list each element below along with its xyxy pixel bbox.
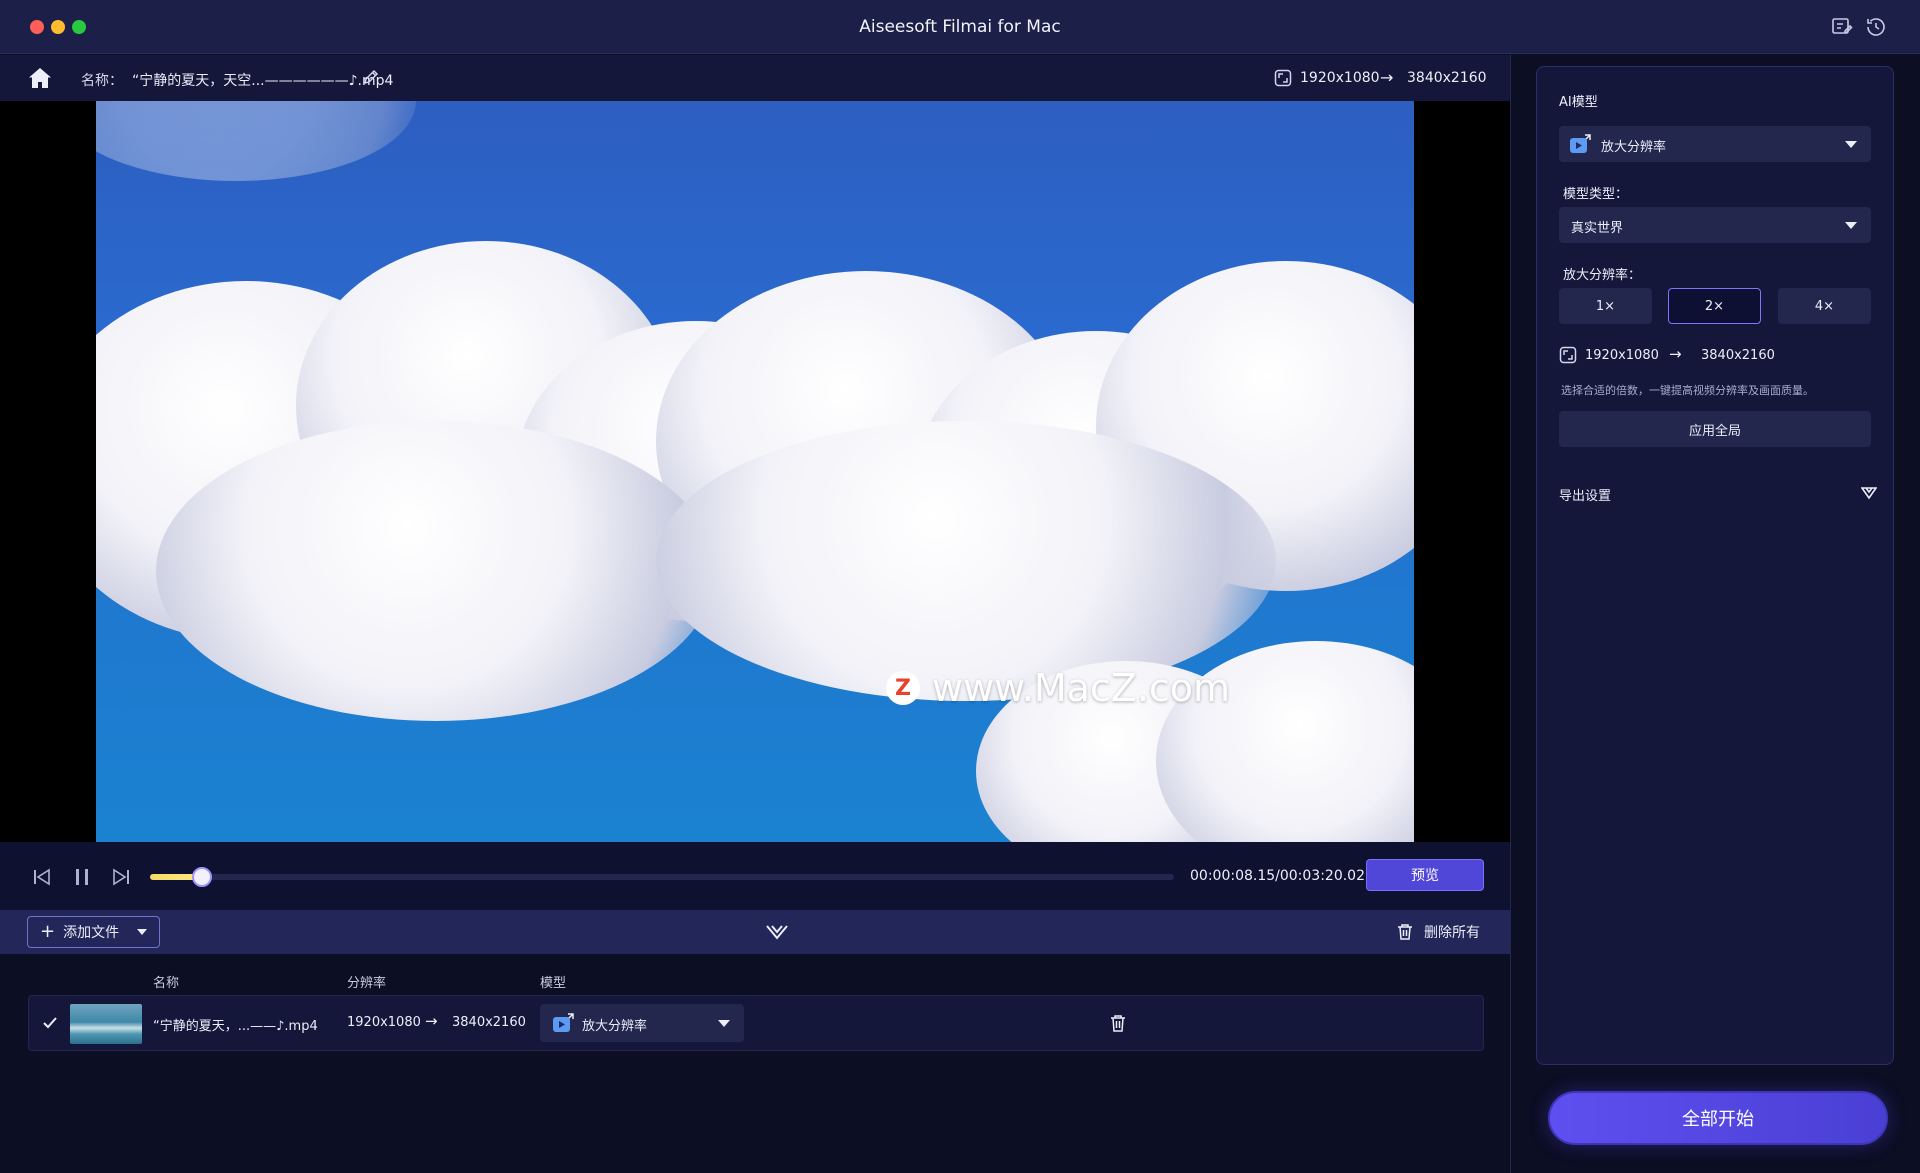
target-resolution: 3840x2160 [1407, 70, 1487, 86]
home-icon[interactable] [28, 67, 52, 89]
panel-target-resolution: 3840x2160 [1701, 348, 1775, 363]
upscale-model-icon [1570, 134, 1591, 153]
edit-name-icon[interactable] [362, 68, 380, 86]
row-target-resolution: 3840x2160 [452, 1015, 526, 1030]
scale-4x-button[interactable]: 4× [1778, 288, 1871, 324]
plus-icon: + [40, 921, 56, 942]
upscale-label: 放大分辨率： [1563, 268, 1642, 283]
watermark-text: www.MacZ.com [932, 666, 1231, 710]
watermark-logo: Z [886, 671, 920, 705]
model-type-value: 真实世界 [1571, 221, 1624, 236]
arrow-right-icon: → [1669, 345, 1682, 363]
row-model-select[interactable]: 放大分辨率 [540, 1004, 744, 1042]
file-info-bar: 名称： “宁静的夏天，天空...——————♪.mp4 1920x1080 → … [0, 55, 1510, 101]
video-thumbnail [70, 1004, 142, 1044]
caret-down-icon [718, 1020, 730, 1027]
watermark: Z www.MacZ.com [886, 666, 1230, 710]
scale-2x-button[interactable]: 2× [1668, 288, 1761, 324]
history-icon[interactable] [1864, 15, 1888, 39]
caret-down-icon[interactable] [137, 927, 148, 937]
skip-previous-icon[interactable] [31, 866, 53, 888]
add-file-label: 添加文件 [63, 925, 120, 941]
feedback-icon[interactable] [1830, 15, 1854, 39]
minimize-window-button[interactable] [51, 20, 65, 34]
zoom-window-button[interactable] [72, 20, 86, 34]
panel-source-resolution: 1920x1080 [1585, 348, 1659, 363]
skip-next-icon[interactable] [110, 866, 132, 888]
upscale-model-icon [553, 1013, 574, 1032]
row-model-label: 放大分辨率 [582, 1019, 648, 1034]
scale-1x-button[interactable]: 1× [1559, 288, 1652, 324]
row-source-resolution: 1920x1080 [347, 1015, 421, 1030]
apply-all-button[interactable]: 应用全局 [1559, 411, 1871, 447]
pause-icon[interactable] [71, 866, 93, 888]
collapse-chevron-icon[interactable] [764, 922, 790, 942]
video-preview-area: Z www.MacZ.com [0, 101, 1510, 842]
resolution-icon [1559, 346, 1577, 364]
checkbox-checked-icon[interactable] [41, 1014, 59, 1032]
close-window-button[interactable] [30, 20, 44, 34]
preview-button[interactable]: 预览 [1366, 859, 1484, 891]
start-all-button[interactable]: 全部开始 [1548, 1091, 1888, 1145]
delete-row-icon[interactable] [1108, 1013, 1128, 1033]
file-list: 名称 分辨率 模型 “宁静的夏天，...——♪.mp4 1920x1080 → … [0, 954, 1510, 1173]
expand-chevron-icon[interactable] [1860, 485, 1878, 500]
arrow-right-icon: → [425, 1012, 438, 1030]
ai-model-select[interactable]: 放大分辨率 [1559, 126, 1871, 162]
delete-all-button[interactable]: 删除所有 [1396, 922, 1480, 942]
player-controls: 00:00:08.15/00:03:20.02 预览 [0, 842, 1510, 910]
table-row[interactable]: “宁静的夏天，...——♪.mp4 1920x1080 → 3840x2160 … [28, 995, 1484, 1051]
trash-icon [1398, 924, 1412, 940]
column-header-resolution: 分辨率 [347, 976, 387, 991]
caret-down-icon [1845, 141, 1857, 148]
file-toolbar: + 添加文件 删除所有 [0, 910, 1510, 954]
video-frame[interactable]: Z www.MacZ.com [96, 101, 1414, 842]
window-title: Aiseesoft Filmai for Mac [859, 17, 1061, 37]
caret-down-icon [1845, 222, 1857, 229]
delete-all-label: 删除所有 [1424, 925, 1480, 941]
resolution-icon [1274, 69, 1292, 87]
export-settings-label: 导出设置 [1559, 489, 1612, 504]
arrow-right-icon: → [1380, 68, 1394, 87]
app-window: Aiseesoft Filmai for Mac 名称： “宁静的夏天，天空..… [0, 0, 1920, 1173]
model-type-label: 模型类型： [1563, 187, 1629, 202]
seek-bar[interactable] [150, 867, 1174, 887]
file-name: “宁静的夏天，天空...——————♪.mp4 [132, 73, 394, 89]
title-bar: Aiseesoft Filmai for Mac [0, 0, 1920, 54]
add-file-button[interactable]: + 添加文件 [27, 916, 160, 948]
ai-model-label: AI模型 [1559, 95, 1598, 110]
name-label: 名称： [81, 73, 123, 89]
row-file-name: “宁静的夏天，...——♪.mp4 [153, 1019, 318, 1034]
upscale-hint: 选择合适的倍数，一键提高视频分辨率及画面质量。 [1561, 384, 1814, 397]
playback-time: 00:00:08.15/00:03:20.02 [1190, 868, 1365, 884]
model-type-select[interactable]: 真实世界 [1559, 207, 1871, 243]
source-resolution: 1920x1080 [1300, 70, 1380, 86]
settings-panel: AI模型 放大分辨率 模型类型： 真实世界 放大分辨率： 1× 2× 4× 19… [1536, 66, 1894, 1065]
column-header-model: 模型 [540, 976, 567, 991]
ai-model-value: 放大分辨率 [1601, 140, 1667, 155]
column-header-name: 名称 [153, 976, 180, 991]
seek-bar-handle[interactable] [192, 867, 213, 887]
